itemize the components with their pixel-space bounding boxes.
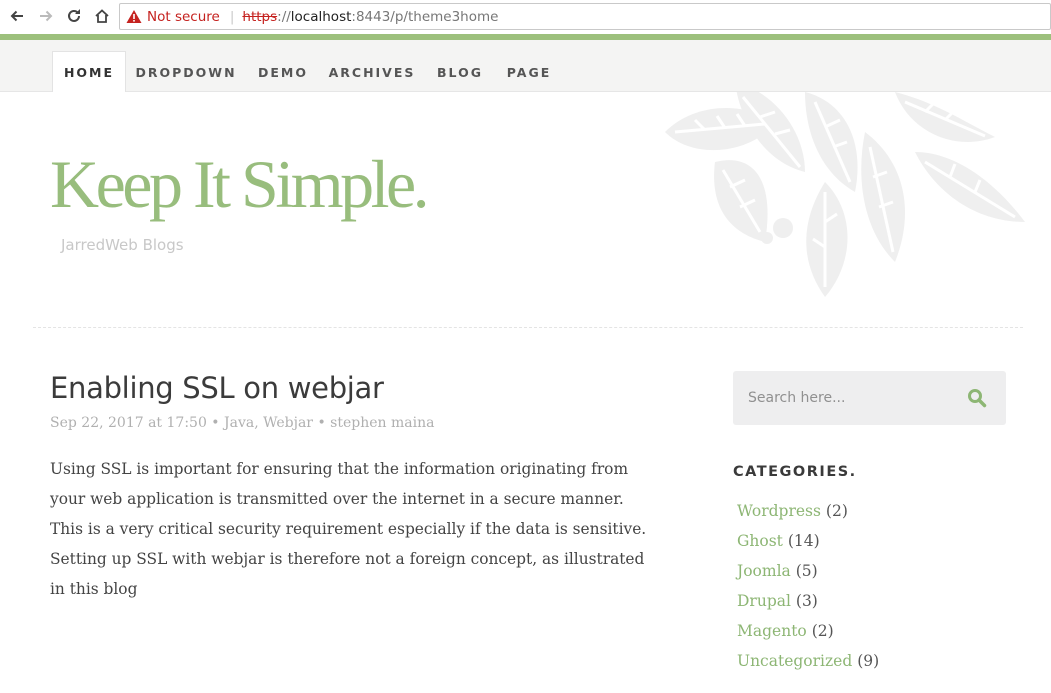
- address-separator: |: [229, 8, 235, 25]
- main-nav: HOME DROPDOWN DEMO ARCHIVES BLOG PAGE: [0, 40, 1051, 92]
- header-divider: [33, 327, 1023, 328]
- arrow-right-icon: [40, 10, 53, 22]
- nav-item-page[interactable]: PAGE: [504, 52, 554, 92]
- category-count: (3): [795, 592, 818, 610]
- address-bar[interactable]: Not secure | https://localhost:8443/p/th…: [119, 3, 1051, 30]
- nav-item-blog[interactable]: BLOG: [434, 52, 486, 92]
- home-button[interactable]: [91, 5, 113, 27]
- category-count: (2): [811, 622, 834, 640]
- arrow-left-icon: [10, 10, 23, 22]
- list-item: Uncategorized (9): [737, 646, 879, 676]
- category-count: (9): [857, 652, 880, 670]
- categories-heading: CATEGORIES.: [733, 464, 857, 480]
- nav-item-archives[interactable]: ARCHIVES: [329, 52, 414, 92]
- back-button[interactable]: [6, 5, 28, 27]
- post-meta: Sep 22, 2017 at 17:50 • Java, Webjar • s…: [50, 415, 435, 431]
- list-item: Drupal (3): [737, 586, 879, 616]
- category-count: (2): [825, 502, 848, 520]
- warning-icon: [126, 9, 142, 25]
- nav-item-demo[interactable]: DEMO: [254, 52, 312, 92]
- list-item: Joomla (5): [737, 556, 879, 586]
- home-icon: [95, 9, 109, 23]
- category-link[interactable]: Wordpress: [737, 502, 821, 520]
- search-icon: [968, 389, 987, 408]
- category-link[interactable]: Magento: [737, 622, 807, 640]
- list-item: Magento (2): [737, 616, 879, 646]
- url-text: https://localhost:8443/p/theme3home: [242, 8, 499, 25]
- post-excerpt: Using SSL is important for ensuring that…: [50, 460, 647, 598]
- security-status: Not secure: [147, 8, 220, 25]
- search-widget: [733, 371, 1006, 425]
- category-count: (5): [795, 562, 818, 580]
- categories-list: Wordpress (2) Ghost (14) Joomla (5) Drup…: [737, 496, 879, 676]
- category-count: (14): [787, 532, 820, 550]
- category-link[interactable]: Joomla: [737, 562, 791, 580]
- leaf-decoration: [655, 92, 1035, 302]
- nav-item-home[interactable]: HOME: [52, 51, 126, 92]
- search-input[interactable]: [748, 388, 948, 408]
- list-item: Wordpress (2): [737, 496, 879, 526]
- reload-icon: [68, 9, 80, 22]
- reload-button[interactable]: [63, 5, 85, 27]
- site-subtitle: JarredWeb Blogs: [61, 236, 184, 254]
- nav-item-dropdown[interactable]: DROPDOWN: [135, 52, 235, 92]
- post-title[interactable]: Enabling SSL on webjar: [50, 371, 384, 405]
- category-link[interactable]: Uncategorized: [737, 652, 852, 670]
- category-link[interactable]: Ghost: [737, 532, 783, 550]
- forward-button[interactable]: [35, 5, 57, 27]
- search-button[interactable]: [966, 387, 988, 409]
- browser-toolbar: Not secure | https://localhost:8443/p/th…: [0, 0, 1051, 34]
- category-link[interactable]: Drupal: [737, 592, 791, 610]
- list-item: Ghost (14): [737, 526, 879, 556]
- site-title[interactable]: Keep It Simple.: [50, 150, 430, 218]
